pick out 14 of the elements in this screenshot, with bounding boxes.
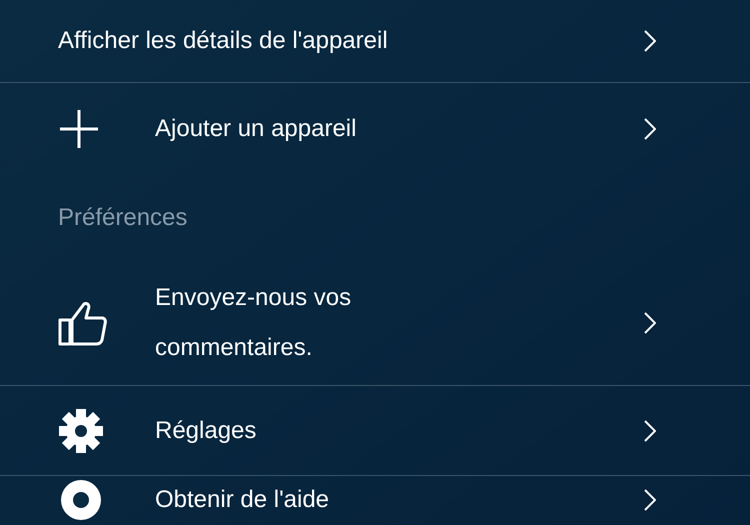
menu-item[interactable]: Afficher les détails de l'appareil: [0, 0, 750, 83]
chevron-right-icon: [644, 30, 656, 52]
thumbs-up-icon: [58, 300, 108, 346]
chevron-right-icon: [644, 118, 656, 140]
menu-item[interactable]: Envoyez-nous vos commentaires.: [0, 260, 750, 386]
menu-item[interactable]: Réglages: [0, 386, 750, 476]
chevron-right-icon: [644, 312, 656, 334]
menu-item[interactable]: Obtenir de l'aide: [0, 476, 750, 524]
section-header: Préférences: [58, 202, 188, 232]
gear-icon: [58, 408, 104, 454]
menu-item[interactable]: Ajouter un appareil: [0, 83, 750, 175]
chevron-right-icon: [644, 489, 656, 511]
plus-icon: [58, 108, 100, 150]
chevron-right-icon: [644, 420, 656, 442]
